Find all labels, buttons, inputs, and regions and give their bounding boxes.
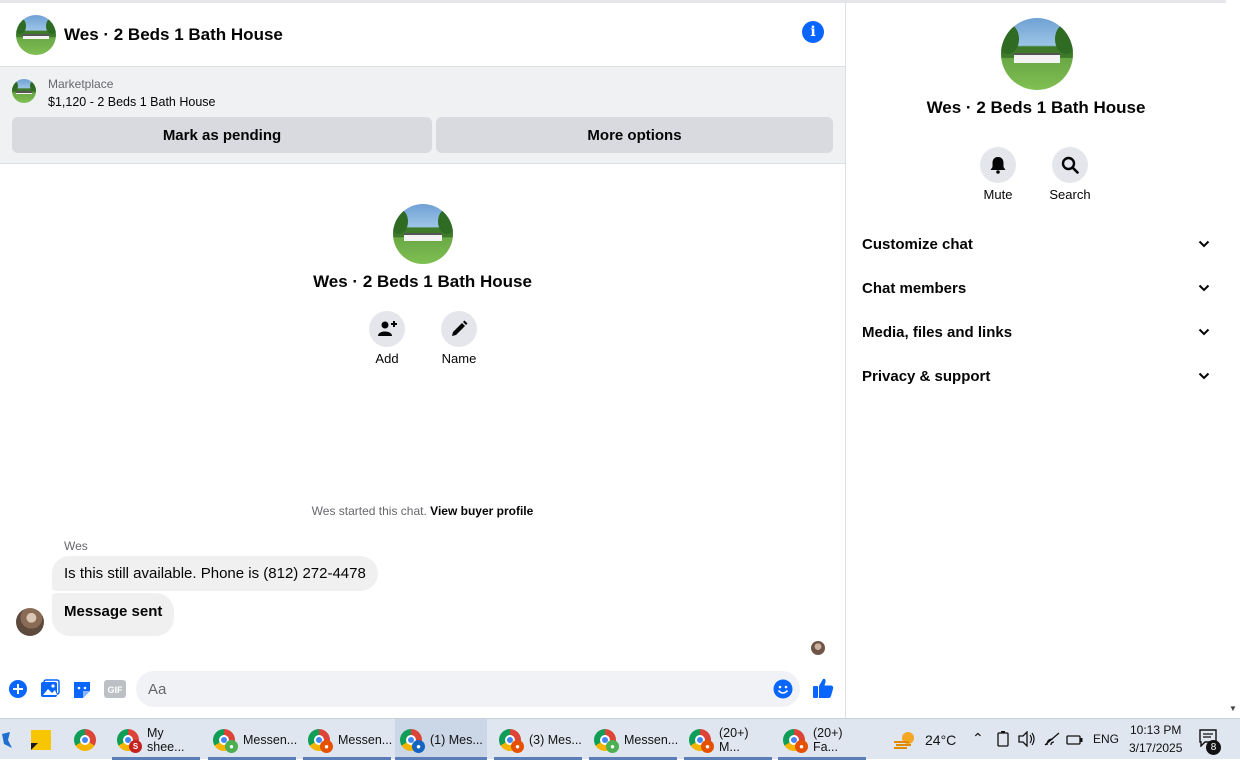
windows-taskbar: S My shee... ● Messen... ● Messen... ● (… (0, 718, 1240, 760)
svg-text:GIF: GIF (108, 685, 124, 695)
section-chat-members[interactable]: Chat members (862, 268, 1212, 308)
chat-header: Wes · 2 Beds 1 Bath House (0, 3, 845, 67)
taskbar-app-messenger-4[interactable]: ● Messen... (589, 719, 679, 760)
taskbar-app-label: (20+) Fa... (813, 725, 843, 754)
more-options-button[interactable]: More options (436, 117, 833, 153)
bell-icon (990, 157, 1006, 174)
photo-gallery-icon[interactable] (40, 679, 60, 699)
chevron-down-icon (1196, 324, 1212, 340)
taskbar-app-messenger-1[interactable]: ● Messen... (208, 719, 298, 760)
message-bubble[interactable]: Is this still available. Phone is (812) … (52, 556, 378, 591)
battery-icon[interactable] (996, 731, 1010, 750)
pencil-icon (452, 320, 468, 336)
clock-time[interactable]: 10:13 PM (1130, 723, 1181, 737)
taskbar-app-facebook[interactable]: ● (20+) Fa... (778, 719, 866, 760)
system-message-text: Wes started this chat. (311, 504, 427, 518)
add-people-button[interactable] (369, 311, 405, 347)
chevron-up-icon[interactable]: ⌃ (972, 730, 984, 747)
section-privacy-support[interactable]: Privacy & support (862, 356, 1212, 396)
message-bubble[interactable]: Message sent (52, 593, 175, 636)
thumbs-up-icon[interactable] (812, 677, 834, 699)
page-scrollbar[interactable] (1226, 0, 1240, 718)
profile-badge-icon: ● (701, 740, 714, 753)
view-buyer-profile-link[interactable]: View buyer profile (430, 504, 533, 518)
notification-count-badge: 8 (1206, 740, 1221, 755)
add-person-icon (378, 321, 397, 336)
profile-badge-icon: ● (606, 740, 619, 753)
listing-title[interactable]: $1,120 - 2 Beds 1 Bath House (48, 95, 215, 109)
name-label: Name (441, 351, 477, 366)
section-customize-chat[interactable]: Customize chat (862, 224, 1212, 264)
language-indicator[interactable]: ENG (1093, 732, 1119, 746)
chat-title[interactable]: Wes · 2 Beds 1 Bath House (64, 25, 283, 45)
intro-title: Wes · 2 Beds 1 Bath House (313, 272, 532, 291)
taskbar-app-messenger-2[interactable]: ● Messen... (303, 719, 393, 760)
info-icon[interactable]: i (802, 21, 824, 43)
system-message: Wes started this chat. View buyer profil… (200, 504, 645, 518)
weather-temperature[interactable]: 24°C (925, 732, 956, 748)
details-avatar (1001, 18, 1073, 90)
taskbar-app-messenger-3[interactable]: ● (3) Mes... (494, 719, 582, 760)
section-label: Privacy & support (862, 367, 991, 385)
taskbar-app-label: (3) Mes... (529, 732, 582, 747)
chevron-down-icon (1196, 280, 1212, 296)
taskbar-app-label: My shee... (147, 725, 185, 754)
read-receipt-avatar (811, 641, 825, 655)
profile-badge-icon: ● (795, 740, 808, 753)
section-label: Chat members (862, 279, 967, 297)
clock-date[interactable]: 3/17/2025 (1129, 741, 1182, 755)
section-label: Media, files and links (862, 323, 1013, 341)
message-input[interactable] (136, 671, 800, 707)
sender-avatar[interactable] (16, 608, 44, 636)
scroll-down-icon[interactable]: ▼ (1229, 704, 1237, 713)
profile-badge-icon: ● (225, 740, 238, 753)
emoji-icon[interactable] (773, 679, 793, 699)
taskbar-app-label: (20+) M... (719, 725, 749, 754)
taskbar-app-sheets[interactable]: S My shee... (112, 719, 200, 760)
taskbar-app-messenger-5[interactable]: ● (20+) M... (684, 719, 772, 760)
marketplace-banner: Marketplace $1,120 - 2 Beds 1 Bath House… (0, 67, 845, 164)
details-title: Wes · 2 Beds 1 Bath House (926, 98, 1146, 117)
taskbar-app-label: Messen... (338, 732, 393, 747)
listing-thumbnail[interactable] (12, 79, 36, 103)
search-label: Search (1049, 187, 1091, 202)
search-button[interactable] (1052, 147, 1088, 183)
taskbar-app-label: Messen... (624, 732, 679, 747)
mute-label: Mute (983, 187, 1013, 202)
gif-icon[interactable]: GIF (104, 679, 126, 699)
chrome-icon[interactable] (74, 719, 98, 760)
sticker-icon[interactable] (72, 679, 92, 699)
profile-badge-icon: ● (320, 740, 333, 753)
start-icon[interactable] (0, 719, 16, 760)
volume-icon[interactable] (1018, 730, 1036, 750)
add-label: Add (375, 351, 399, 366)
profile-badge-icon: ● (412, 740, 425, 753)
sender-name: Wes (64, 539, 88, 553)
mute-button[interactable] (980, 147, 1016, 183)
chat-avatar[interactable] (16, 14, 56, 55)
chat-details-panel: Wes · 2 Beds 1 Bath House Mute Search Cu… (845, 0, 1226, 718)
taskbar-app-label: Messen... (243, 732, 298, 747)
wifi-icon[interactable] (1043, 731, 1061, 750)
weather-icon[interactable] (893, 719, 919, 760)
composer: GIF (0, 671, 845, 707)
marketplace-label: Marketplace (48, 77, 114, 91)
profile-badge-icon: S (129, 740, 142, 753)
profile-badge-icon: ● (511, 740, 524, 753)
section-label: Customize chat (862, 235, 973, 253)
taskbar-app-messenger-active[interactable]: ● (1) Mes... (395, 719, 487, 760)
network-icon[interactable] (1066, 731, 1084, 750)
edit-name-button[interactable] (441, 311, 477, 347)
plus-circle-icon[interactable] (8, 679, 28, 699)
taskbar-app-label: (1) Mes... (430, 732, 483, 747)
sticky-notes-icon[interactable] (30, 719, 56, 760)
chevron-down-icon (1196, 236, 1212, 252)
intro-avatar (393, 204, 453, 264)
mark-as-pending-button[interactable]: Mark as pending (12, 117, 432, 153)
section-media-files-links[interactable]: Media, files and links (862, 312, 1212, 352)
search-icon (1061, 156, 1079, 174)
chevron-down-icon (1196, 368, 1212, 384)
